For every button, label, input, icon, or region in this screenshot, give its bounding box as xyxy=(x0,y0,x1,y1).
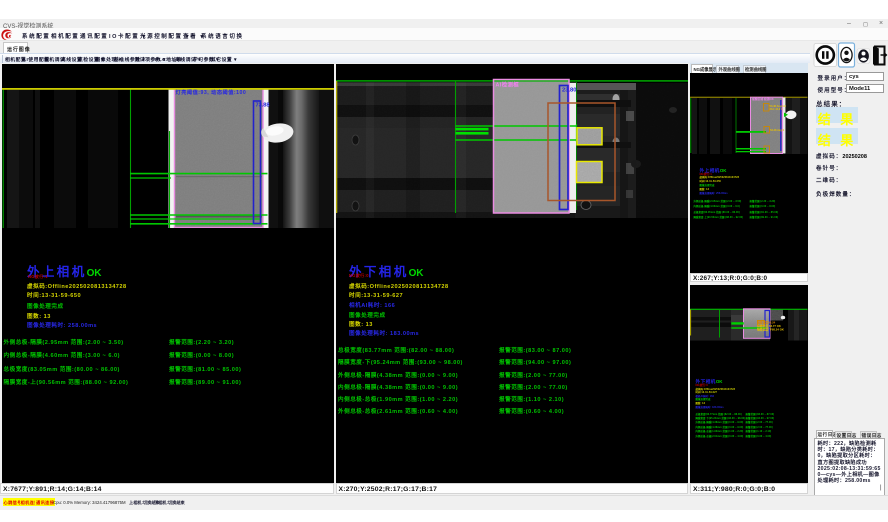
svg-text:成像区域 检测OK: 成像区域 检测OK xyxy=(752,97,774,101)
svg-text:隔膜宽度-下95.24 OK: 隔膜宽度-下95.24 OK xyxy=(757,328,784,332)
svg-text:灯亮阈值:93, 动态阈值:100: 灯亮阈值:93, 动态阈值:100 xyxy=(176,88,247,96)
svg-text:23.80: 23.80 xyxy=(562,88,577,94)
svg-text:73.88: 73.88 xyxy=(256,103,270,109)
svg-text:AI检测框: AI检测框 xyxy=(495,81,519,89)
svg-text:23.1 44.2 1: 23.1 44.2 1 xyxy=(770,107,784,111)
svg-text:53.48 Avg:1: 53.48 Avg:1 xyxy=(770,128,785,132)
